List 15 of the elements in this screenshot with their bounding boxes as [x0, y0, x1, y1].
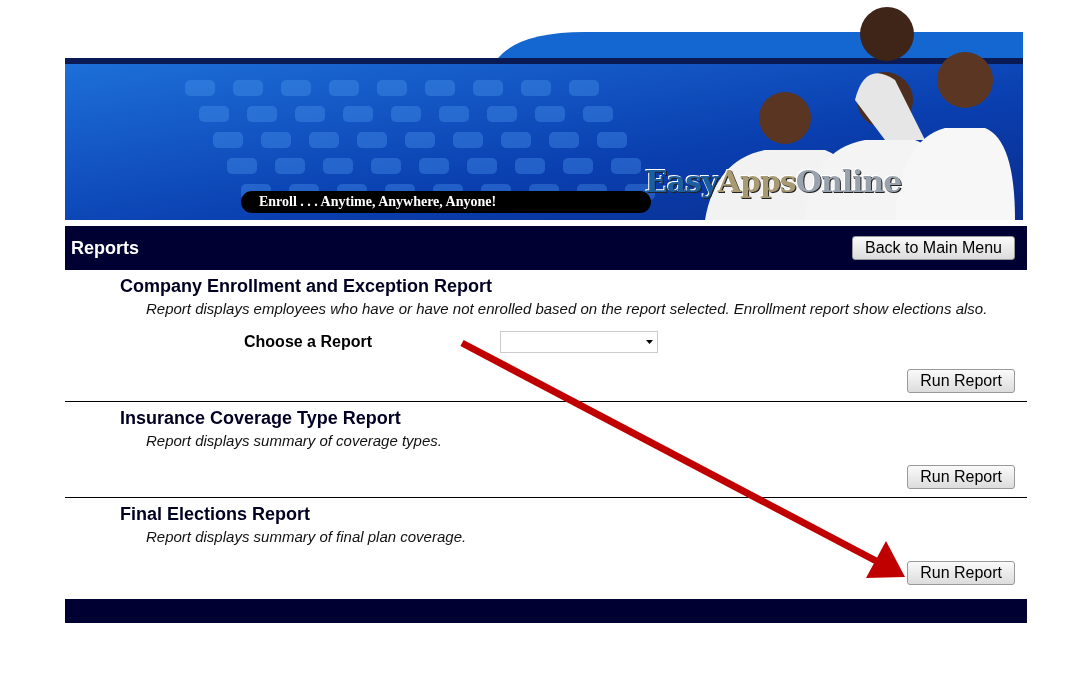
run-report-button[interactable]: Run Report: [907, 369, 1015, 393]
caret-icon: [646, 340, 653, 344]
report-title: Insurance Coverage Type Report: [120, 408, 402, 429]
report-description: Report displays summary of final plan coverage.: [145, 528, 468, 545]
back-button[interactable]: Back to Main Menu: [852, 236, 1015, 260]
page-title: Reports: [71, 237, 139, 259]
run-report-button[interactable]: Run Report: [907, 561, 1015, 585]
report-select[interactable]: [500, 331, 658, 353]
report-description: Report displays summary of coverage types.: [145, 432, 443, 449]
report-title: Company Enrollment and Exception Report: [120, 276, 494, 297]
report-title: Final Elections Report: [120, 504, 312, 525]
run-report-button[interactable]: Run Report: [907, 465, 1015, 489]
tagline: Enroll . . . Anytime, Anywhere, Anyone!: [241, 191, 651, 213]
report-description: Report displays employees who have or have not enrolled based on the report selected. Enrollment report show elections also.: [145, 300, 989, 317]
field-label: Choose a Report: [243, 333, 373, 351]
